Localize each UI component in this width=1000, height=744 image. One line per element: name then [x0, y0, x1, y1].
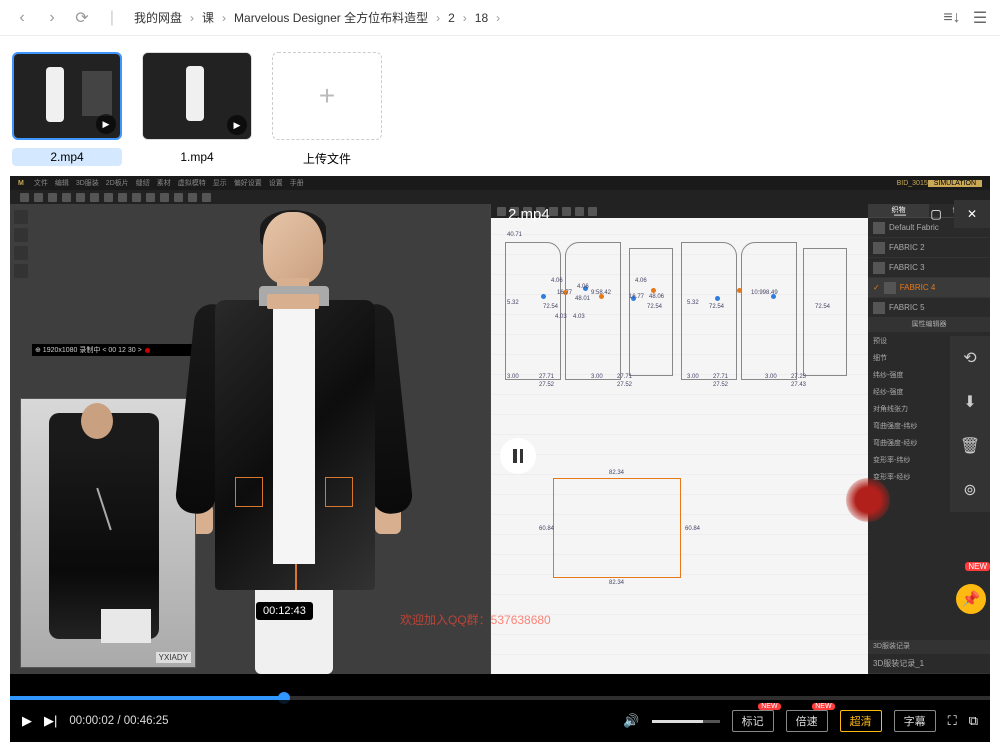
- reference-image: YXIADY: [20, 398, 196, 668]
- watermark-text: 欢迎加入QQ群：537638680: [400, 611, 551, 628]
- separator: |: [100, 6, 124, 30]
- subtitle-button[interactable]: 字幕: [894, 710, 936, 732]
- simulation-badge: SIMULATION: [928, 180, 982, 187]
- settings-icon[interactable]: ⊚: [950, 468, 990, 512]
- new-badge: NEW: [965, 562, 990, 571]
- nav-back[interactable]: ‹: [10, 6, 34, 30]
- cursor-highlight: [846, 478, 890, 522]
- upload-label: 上传文件: [272, 148, 382, 169]
- volume-icon[interactable]: 🔊: [623, 713, 639, 729]
- maximize-icon[interactable]: ▢: [918, 200, 954, 228]
- speed-button[interactable]: 倍速NEW: [786, 710, 828, 732]
- md-toolbar: [10, 190, 990, 204]
- list-view-icon[interactable]: ☰: [970, 8, 990, 28]
- md-logo: M: [18, 180, 24, 187]
- delete-icon[interactable]: 🗑: [950, 424, 990, 468]
- project-id: BID_3015: [897, 180, 928, 187]
- download-icon[interactable]: ⬇: [950, 380, 990, 424]
- selected-pattern: [553, 478, 681, 578]
- pause-button[interactable]: [500, 438, 536, 474]
- quality-button[interactable]: 超清: [840, 710, 882, 732]
- time-tooltip: 00:12:43: [256, 602, 313, 620]
- md-menus: 文件编辑3D服装2D板片缝纫素材虚拟模特显示偏好设置设置手册: [34, 178, 897, 188]
- upload-file[interactable]: + 上传文件: [272, 52, 382, 169]
- minimize-icon[interactable]: ―: [882, 200, 918, 228]
- 3d-viewport: ⊕ 1920x1080 录制中 < 00 12 30 > YXIADY: [10, 204, 490, 674]
- window-controls: ― ▢ ✕: [882, 200, 990, 228]
- recording-bar: ⊕ 1920x1080 录制中 < 00 12 30 >: [32, 344, 202, 356]
- share-icon[interactable]: ⟲: [950, 336, 990, 380]
- time-display: 00:00:02 / 00:46:25: [69, 715, 168, 727]
- breadcrumb: 我的网盘› 课› Marvelous Designer 全方位布料造型› 2› …: [130, 9, 942, 26]
- pin-button[interactable]: 📌: [956, 584, 986, 614]
- pip-icon[interactable]: ⧉: [969, 713, 978, 729]
- nav-forward[interactable]: ›: [40, 6, 64, 30]
- crumb-2[interactable]: Marvelous Designer 全方位布料造型: [234, 9, 428, 26]
- play-icon: ▶: [227, 115, 247, 135]
- next-button[interactable]: ▶|: [44, 713, 57, 729]
- video-title-overlay: 2.mp4: [508, 206, 550, 223]
- mark-button[interactable]: 标记NEW: [732, 710, 774, 732]
- crumb-root[interactable]: 我的网盘: [134, 9, 182, 26]
- 3d-tools: [14, 210, 28, 278]
- crumb-4[interactable]: 18: [475, 11, 488, 25]
- side-toolbar: ⟲ ⬇ 🗑 ⊚: [950, 336, 990, 512]
- volume-slider[interactable]: [652, 720, 720, 723]
- avatar-3d: [205, 212, 495, 672]
- crumb-3[interactable]: 2: [448, 11, 455, 25]
- 2d-pattern-viewport: 40.715.32 4.0616.7772.54 4.0648.014.034.…: [490, 204, 868, 674]
- player-controls: ▶ ▶| 00:00:02 / 00:46:25 🔊 标记NEW 倍速NEW 超…: [10, 700, 990, 742]
- play-icon: ▶: [96, 114, 116, 134]
- file-name: 1.mp4: [142, 148, 252, 166]
- breadcrumb-bar: ‹ › ⟳ | 我的网盘› 课› Marvelous Designer 全方位布…: [0, 0, 1000, 36]
- file-item-1[interactable]: ✓▶ 2.mp4: [12, 52, 122, 169]
- video-content[interactable]: M 文件编辑3D服装2D板片缝纫素材虚拟模特显示偏好设置设置手册 BID_301…: [10, 176, 990, 674]
- nav-refresh[interactable]: ⟳: [70, 6, 94, 30]
- play-button[interactable]: ▶: [22, 713, 32, 729]
- file-name: 2.mp4: [12, 148, 122, 166]
- video-player: M 文件编辑3D服装2D板片缝纫素材虚拟模特显示偏好设置设置手册 BID_301…: [10, 176, 990, 742]
- plus-icon: +: [319, 80, 335, 112]
- file-grid: ✓▶ 2.mp4 ▶ 1.mp4 + 上传文件: [0, 36, 1000, 185]
- fullscreen-icon[interactable]: ⛶: [948, 713, 957, 729]
- sort-icon[interactable]: ≡↓: [942, 8, 962, 28]
- md-menubar: M 文件编辑3D服装2D板片缝纫素材虚拟模特显示偏好设置设置手册 BID_301…: [10, 176, 990, 190]
- file-item-2[interactable]: ▶ 1.mp4: [142, 52, 252, 169]
- crumb-1[interactable]: 课: [202, 9, 214, 26]
- close-icon[interactable]: ✕: [954, 200, 990, 228]
